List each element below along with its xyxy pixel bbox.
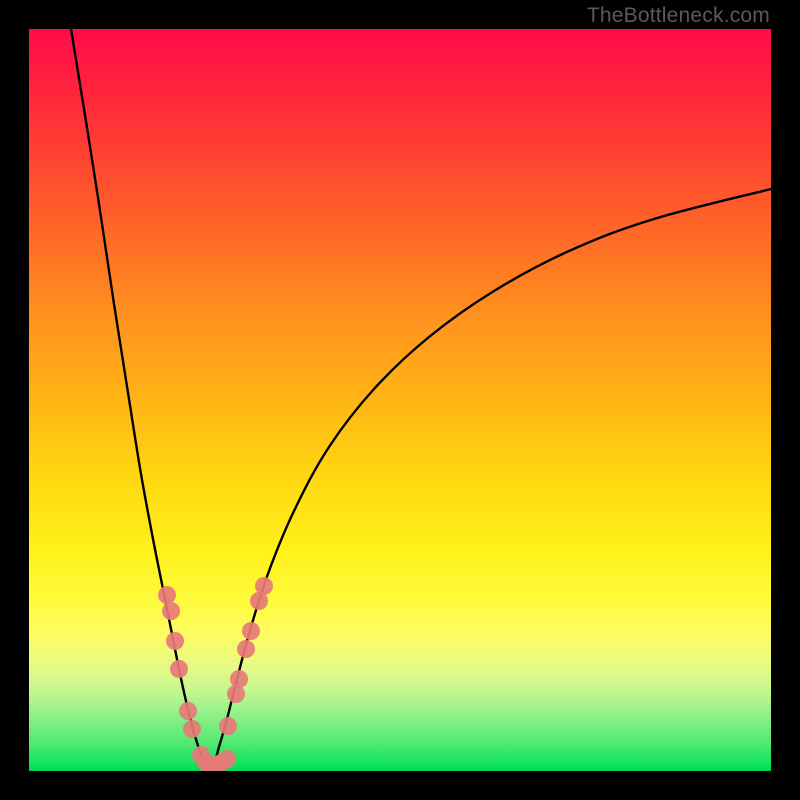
data-marker — [218, 750, 236, 768]
curve-overlay — [29, 29, 771, 771]
data-marker — [183, 720, 201, 738]
data-marker — [170, 660, 188, 678]
data-marker — [162, 602, 180, 620]
data-marker — [227, 685, 245, 703]
data-marker — [166, 632, 184, 650]
plot-area — [29, 29, 771, 771]
curve-left-branch — [71, 29, 209, 771]
curve-right-branch — [209, 189, 771, 771]
data-marker — [179, 702, 197, 720]
data-marker — [242, 622, 260, 640]
data-marker — [230, 670, 248, 688]
data-marker — [255, 577, 273, 595]
data-marker — [158, 586, 176, 604]
watermark-text: TheBottleneck.com — [587, 4, 770, 28]
data-marker — [219, 717, 237, 735]
outer-frame: TheBottleneck.com — [0, 0, 800, 800]
data-marker — [237, 640, 255, 658]
